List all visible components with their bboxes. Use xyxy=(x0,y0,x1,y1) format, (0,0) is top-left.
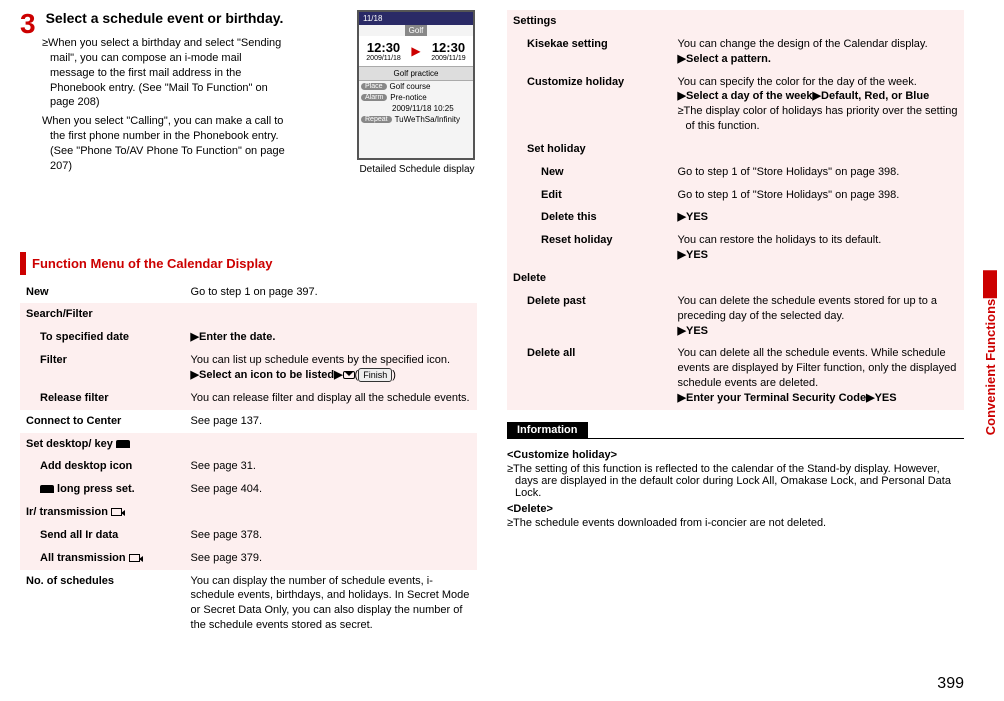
mail-icon xyxy=(343,371,355,379)
triangle-icon: ▶ xyxy=(866,392,874,404)
cell-val: See page 137. xyxy=(185,410,477,433)
info-subhead: <Delete> xyxy=(507,503,964,515)
cell-val: ▶YES xyxy=(672,206,964,229)
cell-val: Go to step 1 on page 397. xyxy=(185,281,477,304)
group-head: Set holiday xyxy=(507,138,964,161)
end-time: 12:30 xyxy=(431,40,466,55)
side-tab: Convenient Functions xyxy=(983,266,998,435)
cell-key: Reset holiday xyxy=(507,229,672,267)
cell-key: Customize holiday xyxy=(507,71,672,138)
cell-val: Go to step 1 of "Store Holidays" on page… xyxy=(672,184,964,207)
cell-key: New xyxy=(507,161,672,184)
cell-key: Delete past xyxy=(507,290,672,343)
page-number: 399 xyxy=(937,675,964,693)
section-heading: Function Menu of the Calendar Display xyxy=(20,252,477,275)
screen-subject: Golf practice xyxy=(359,66,473,81)
cell-key: New xyxy=(20,281,185,304)
group-head: Set desktop/ key xyxy=(20,433,477,456)
figure: 11/18 Golf 12:302009/11/18 ▶ 12:302009/1… xyxy=(357,10,477,176)
triangle-icon: ▶ xyxy=(678,53,686,65)
group-head: Delete xyxy=(507,267,964,290)
information-box: <Customize holiday> ≥The setting of this… xyxy=(507,438,964,529)
cell-val: See page 31. xyxy=(185,455,477,478)
triangle-icon: ▶ xyxy=(678,325,686,337)
cell-val: You can specify the color for the day of… xyxy=(672,71,964,138)
settings-table: Settings Kisekae settingYou can change t… xyxy=(507,10,964,410)
triangle-icon: ▶ xyxy=(191,369,199,381)
triangle-icon: ▶ xyxy=(813,90,821,102)
screen-row: Pre-notice xyxy=(390,93,426,102)
cell-val: See page 378. xyxy=(185,524,477,547)
info-text: ≥The setting of this function is reflect… xyxy=(507,463,964,499)
phone-screenshot: 11/18 Golf 12:302009/11/18 ▶ 12:302009/1… xyxy=(357,10,475,160)
group-head: Search/Filter xyxy=(20,303,477,326)
cell-val: You can change the design of the Calenda… xyxy=(672,33,964,71)
cell-key: Edit xyxy=(507,184,672,207)
end-date: 2009/11/19 xyxy=(431,55,466,62)
key-icon xyxy=(40,485,54,493)
cell-key: All transmission xyxy=(20,547,185,570)
cell-val: You can restore the holidays to its defa… xyxy=(672,229,964,267)
triangle-icon: ▶ xyxy=(678,249,686,261)
pill: Repeat xyxy=(361,116,392,123)
key-icon xyxy=(116,440,130,448)
cell-val: See page 404. xyxy=(185,478,477,501)
step-title: Select a schedule event or birthday. xyxy=(46,10,347,26)
cell-key: To specified date xyxy=(20,326,185,349)
cell-key: Kisekae setting xyxy=(507,33,672,71)
cell-val: See page 379. xyxy=(185,547,477,570)
triangle-icon: ▶ xyxy=(678,392,686,404)
start-date: 2009/11/18 xyxy=(366,55,401,62)
cell-val: Go to step 1 of "Store Holidays" on page… xyxy=(672,161,964,184)
screen-row: 2009/11/18 10:25 xyxy=(392,104,454,113)
cell-key: Release filter xyxy=(20,387,185,410)
screen-row: Golf course xyxy=(390,82,431,91)
screen-row: TuWeThSa/Infinity xyxy=(395,115,460,124)
pill: Alarm xyxy=(361,94,387,101)
cell-key: Send all Ir data xyxy=(20,524,185,547)
screen-date: 11/18 xyxy=(359,12,473,25)
cell-key: Add desktop icon xyxy=(20,455,185,478)
cell-key: Filter xyxy=(20,349,185,387)
info-subhead: <Customize holiday> xyxy=(507,449,964,461)
finish-button-icon: Finish xyxy=(358,368,392,382)
pill: Place xyxy=(361,83,387,90)
ic-transmission-icon xyxy=(111,508,122,516)
triangle-icon: ▶ xyxy=(678,211,686,223)
cell-val: You can release filter and display all t… xyxy=(185,387,477,410)
cell-val: ▶Enter the date. xyxy=(185,326,477,349)
triangle-icon: ▶ xyxy=(191,331,199,343)
cell-val: You can list up schedule events by the s… xyxy=(185,349,477,387)
cell-val: You can delete the schedule events store… xyxy=(672,290,964,343)
info-text: ≥The schedule events downloaded from i-c… xyxy=(507,517,964,529)
arrow-icon: ▶ xyxy=(411,44,420,58)
cell-key: long press set. xyxy=(20,478,185,501)
screen-tab: Golf xyxy=(405,25,428,36)
cell-key: Connect to Center xyxy=(20,410,185,433)
cell-key: No. of schedules xyxy=(20,570,185,637)
cell-key: Delete this xyxy=(507,206,672,229)
group-head: Settings xyxy=(507,10,964,33)
cell-key: Delete all xyxy=(507,342,672,409)
start-time: 12:30 xyxy=(366,40,401,55)
triangle-icon: ▶ xyxy=(678,90,686,102)
cell-val: You can display the number of schedule e… xyxy=(185,570,477,637)
side-tab-marker xyxy=(984,270,998,298)
function-menu-table: NewGo to step 1 on page 397. Search/Filt… xyxy=(20,281,477,637)
step-number: 3 xyxy=(20,10,36,176)
figure-caption: Detailed Schedule display xyxy=(357,164,477,176)
group-head: Ir/ transmission xyxy=(20,501,477,524)
ic-transmission-icon xyxy=(129,554,140,562)
triangle-icon: ▶ xyxy=(334,369,342,381)
information-heading: Information xyxy=(507,422,588,438)
cell-val: You can delete all the schedule events. … xyxy=(672,342,964,409)
